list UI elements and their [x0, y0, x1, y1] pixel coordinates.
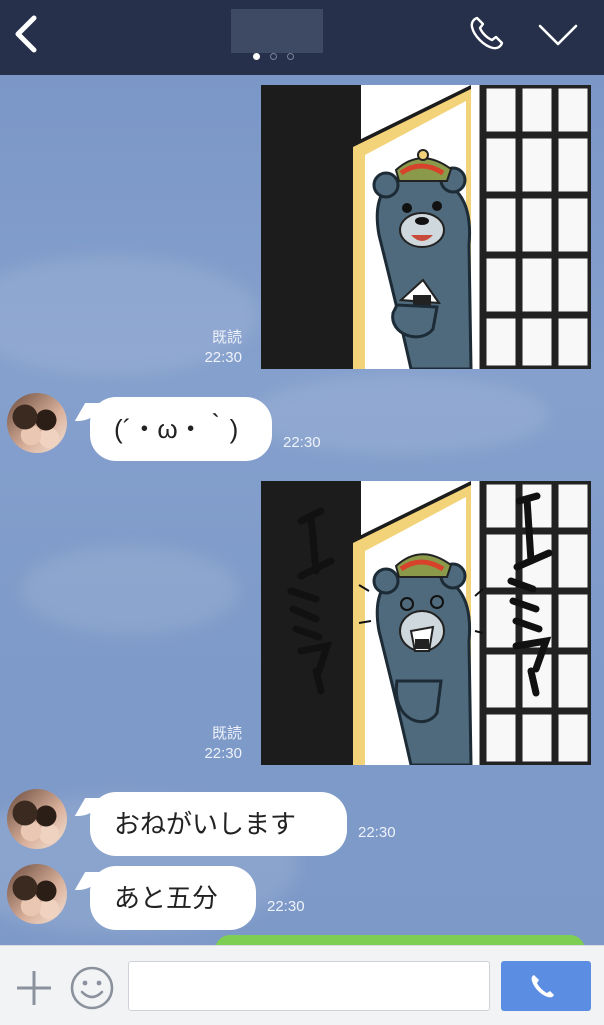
- message-bubble[interactable]: あと五分: [90, 866, 256, 930]
- phone-icon: [531, 975, 554, 998]
- read-receipt: 既読: [211, 329, 242, 346]
- avatar[interactable]: [7, 393, 67, 453]
- message-meta: 既読 22:30: [190, 328, 242, 368]
- chat-header: [0, 0, 604, 75]
- sticker-message[interactable]: [261, 481, 591, 765]
- message-time: 22:30: [283, 434, 321, 451]
- avatar[interactable]: [7, 789, 67, 849]
- back-button[interactable]: [10, 14, 46, 54]
- plus-icon: [17, 971, 51, 1005]
- message-time: 22:30: [204, 745, 242, 762]
- message-time: 22:30: [204, 349, 242, 366]
- avatar[interactable]: [7, 864, 67, 924]
- page-dot: [287, 53, 294, 60]
- call-button[interactable]: [466, 12, 508, 54]
- phone-icon: [470, 16, 504, 50]
- message-meta: 既読 22:30: [190, 724, 242, 764]
- menu-toggle-button[interactable]: [536, 14, 580, 54]
- message-text: あと五分: [114, 883, 219, 913]
- message-bubble[interactable]: (´・ω・｀): [90, 397, 272, 461]
- page-dot: [253, 53, 260, 60]
- message-text: (´・ω・｀): [114, 414, 239, 444]
- message-text: おねがいします: [114, 809, 297, 839]
- message-input-bar: [0, 945, 604, 1025]
- message-time: 22:30: [267, 898, 305, 915]
- message-time: 22:30: [358, 824, 396, 841]
- bear-peeking-sticker: [261, 85, 591, 369]
- sticker-button[interactable]: [68, 964, 116, 1012]
- chevron-down-icon: [538, 24, 578, 46]
- chevron-left-icon: [15, 15, 37, 53]
- attach-button[interactable]: [14, 968, 54, 1008]
- smiley-icon: [70, 966, 114, 1010]
- read-receipt: 既読: [211, 725, 242, 742]
- voice-call-button[interactable]: [501, 961, 591, 1011]
- message-input[interactable]: [128, 961, 490, 1011]
- page-indicator: [253, 53, 294, 60]
- message-bubble[interactable]: おねがいします: [90, 792, 347, 856]
- page-dot: [270, 53, 277, 60]
- sticker-message[interactable]: [261, 85, 591, 369]
- bear-eating-sticker: [261, 481, 591, 765]
- chat-title-redacted: [231, 9, 323, 53]
